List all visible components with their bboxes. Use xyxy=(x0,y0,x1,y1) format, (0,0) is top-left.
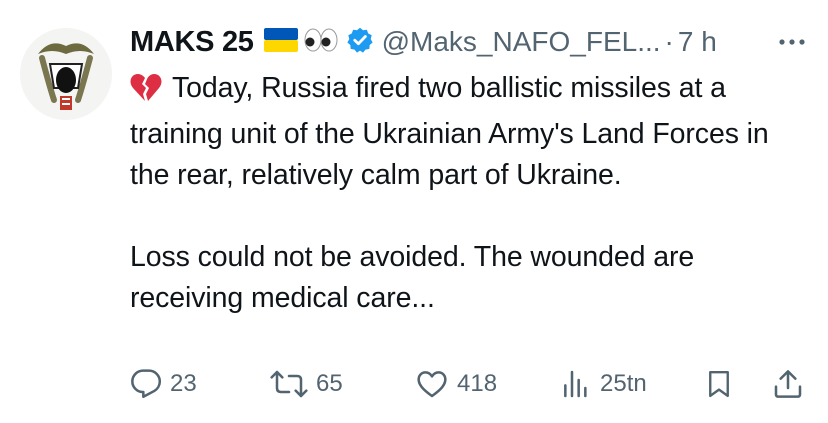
tweet-timestamp[interactable]: 7 h xyxy=(678,26,717,58)
reply-icon xyxy=(130,368,162,400)
repost-button[interactable]: 65 xyxy=(270,364,343,404)
like-button[interactable]: 418 xyxy=(415,364,497,404)
more-options-icon[interactable] xyxy=(776,32,808,52)
views-button[interactable]: 25tn xyxy=(560,364,647,404)
tweet-text: Today, Russia fired two ballistic missil… xyxy=(130,68,810,319)
tweet-card: MAKS 25 @Maks_NAFO_FEL... · 7 h Today, R… xyxy=(0,0,828,423)
avatar[interactable] xyxy=(20,28,112,120)
heart-icon xyxy=(415,368,449,400)
reply-count: 23 xyxy=(170,370,197,397)
like-count: 418 xyxy=(457,370,498,397)
share-button[interactable] xyxy=(772,364,804,404)
author-handle[interactable]: @Maks_NAFO_FEL... xyxy=(382,26,661,58)
tweet-header: MAKS 25 @Maks_NAFO_FEL... · 7 h xyxy=(130,22,717,62)
broken-heart-icon xyxy=(130,72,162,114)
verified-badge-icon[interactable] xyxy=(346,26,374,59)
bookmark-icon xyxy=(704,368,734,400)
eyes-emoji-icon xyxy=(304,28,338,57)
paragraph-1: Today, Russia fired two ballistic missil… xyxy=(130,72,769,191)
reply-button[interactable]: 23 xyxy=(130,364,197,404)
views-count: 25tn xyxy=(600,370,647,397)
ukraine-flag-icon xyxy=(263,27,298,57)
separator-dot: · xyxy=(664,26,674,57)
share-icon xyxy=(772,368,804,400)
tweet-paragraph: Today, Russia fired two ballistic missil… xyxy=(130,68,810,196)
author-name[interactable]: MAKS 25 xyxy=(130,26,254,59)
action-bar: 23 65 418 25tn xyxy=(0,364,828,404)
repost-icon xyxy=(270,368,308,400)
repost-count: 65 xyxy=(316,370,343,397)
paragraph-2: Loss could not be avoided. The wounded a… xyxy=(130,241,695,314)
bookmark-button[interactable] xyxy=(704,364,734,404)
views-icon xyxy=(560,368,592,400)
